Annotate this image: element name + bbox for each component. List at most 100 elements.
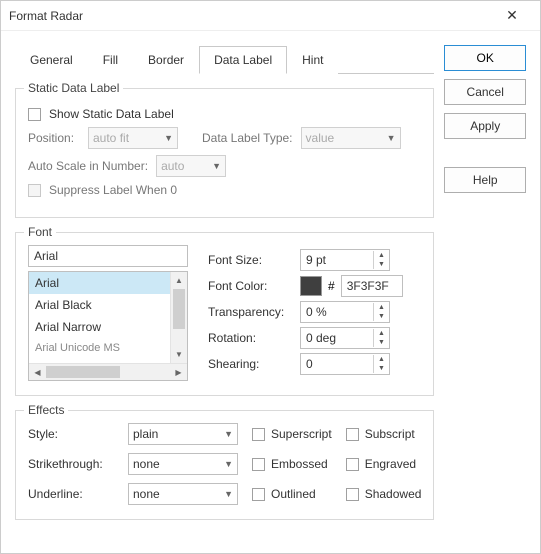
combo-underline-value: none	[133, 487, 160, 501]
ok-button[interactable]: OK	[444, 45, 526, 71]
combo-strike-value: none	[133, 457, 160, 471]
label-outlined: Outlined	[271, 487, 316, 501]
tab-hint[interactable]: Hint	[287, 46, 338, 74]
label-suppress: Suppress Label When 0	[49, 183, 177, 197]
label-style: Style:	[28, 427, 114, 441]
shearing-value: 0	[301, 357, 373, 371]
color-swatch[interactable]	[300, 276, 322, 296]
combo-position-value: auto fit	[93, 131, 129, 145]
combo-type-value: value	[306, 131, 335, 145]
tab-border[interactable]: Border	[133, 46, 199, 74]
label-font-color: Font Color:	[208, 279, 294, 293]
tab-fill[interactable]: Fill	[88, 46, 133, 74]
chevron-down-icon: ▼	[224, 429, 233, 439]
titlebar: Format Radar ✕	[1, 1, 540, 31]
label-shadowed: Shadowed	[365, 487, 422, 501]
label-font-size: Font Size:	[208, 253, 294, 267]
label-rotation: Rotation:	[208, 331, 294, 345]
dialog-format-radar: Format Radar ✕ General Fill Border Data …	[0, 0, 541, 554]
chevron-down-icon: ▼	[164, 133, 173, 143]
color-hex-value: 3F3F3F	[347, 279, 389, 293]
chevron-down-icon: ▼	[387, 133, 396, 143]
label-strikethrough: Strikethrough:	[28, 457, 114, 471]
font-listbox[interactable]: Arial Arial Black Arial Narrow Arial Uni…	[28, 271, 188, 381]
scroll-left-icon[interactable]: ◀	[29, 364, 46, 380]
font-name-value: Arial	[34, 249, 58, 263]
label-shearing: Shearing:	[208, 357, 294, 371]
combo-style-value: plain	[133, 427, 158, 441]
group-legend: Font	[24, 225, 56, 239]
label-engraved: Engraved	[365, 457, 416, 471]
combo-auto-scale[interactable]: auto ▼	[156, 155, 226, 177]
color-hash: #	[328, 279, 335, 293]
combo-auto-scale-value: auto	[161, 159, 184, 173]
label-superscript: Superscript	[271, 427, 332, 441]
scroll-thumb[interactable]	[46, 366, 120, 378]
combo-type[interactable]: value ▼	[301, 127, 401, 149]
group-legend: Static Data Label	[24, 81, 123, 95]
chevron-down-icon: ▼	[224, 489, 233, 499]
color-hex-input[interactable]: 3F3F3F	[341, 275, 403, 297]
spinner-up-icon[interactable]: ▲	[374, 329, 389, 338]
combo-position[interactable]: auto fit ▼	[88, 127, 178, 149]
checkbox-embossed[interactable]	[252, 458, 265, 471]
shearing-spinner[interactable]: 0 ▲▼	[300, 353, 390, 375]
label-auto-scale: Auto Scale in Number:	[28, 159, 148, 173]
spinner-up-icon[interactable]: ▲	[374, 251, 389, 260]
close-icon[interactable]: ✕	[492, 7, 532, 24]
checkbox-engraved[interactable]	[346, 458, 359, 471]
scroll-thumb[interactable]	[173, 289, 185, 329]
label-transparency: Transparency:	[208, 305, 294, 319]
label-show-static: Show Static Data Label	[49, 107, 174, 121]
list-item[interactable]: Arial Black	[29, 294, 170, 316]
label-position: Position:	[28, 131, 80, 145]
label-underline: Underline:	[28, 487, 114, 501]
cancel-button[interactable]: Cancel	[444, 79, 526, 105]
spinner-up-icon[interactable]: ▲	[374, 303, 389, 312]
group-effects: Effects Style: plain ▼ Superscript Subsc…	[15, 410, 434, 520]
checkbox-shadowed[interactable]	[346, 488, 359, 501]
combo-underline[interactable]: none ▼	[128, 483, 238, 505]
label-type: Data Label Type:	[202, 131, 293, 145]
list-item[interactable]: Arial Unicode MS	[29, 338, 170, 358]
rotation-value: 0 deg	[301, 331, 373, 345]
spinner-down-icon[interactable]: ▼	[374, 312, 389, 321]
label-subscript: Subscript	[365, 427, 415, 441]
transparency-spinner[interactable]: 0 % ▲▼	[300, 301, 390, 323]
checkbox-superscript[interactable]	[252, 428, 265, 441]
tab-strip: General Fill Border Data Label Hint	[15, 45, 434, 74]
chevron-down-icon: ▼	[212, 161, 221, 171]
spinner-down-icon[interactable]: ▼	[374, 260, 389, 269]
checkbox-show-static[interactable]	[28, 108, 41, 121]
list-item[interactable]: Arial Narrow	[29, 316, 170, 338]
horizontal-scrollbar[interactable]: ◀ ▶	[29, 363, 187, 380]
scroll-up-icon[interactable]: ▲	[171, 272, 187, 289]
font-size-spinner[interactable]: 9 pt ▲▼	[300, 249, 390, 271]
tab-general[interactable]: General	[15, 46, 88, 74]
scroll-right-icon[interactable]: ▶	[170, 364, 187, 380]
combo-strikethrough[interactable]: none ▼	[128, 453, 238, 475]
spinner-down-icon[interactable]: ▼	[374, 338, 389, 347]
label-embossed: Embossed	[271, 457, 328, 471]
font-name-input[interactable]: Arial	[28, 245, 188, 267]
rotation-spinner[interactable]: 0 deg ▲▼	[300, 327, 390, 349]
tab-data-label[interactable]: Data Label	[199, 46, 287, 74]
group-static-data-label: Static Data Label Show Static Data Label…	[15, 88, 434, 218]
scroll-down-icon[interactable]: ▼	[171, 346, 187, 363]
vertical-scrollbar[interactable]: ▲ ▼	[170, 272, 187, 363]
checkbox-suppress[interactable]	[28, 184, 41, 197]
help-button[interactable]: Help	[444, 167, 526, 193]
spinner-up-icon[interactable]: ▲	[374, 355, 389, 364]
checkbox-outlined[interactable]	[252, 488, 265, 501]
chevron-down-icon: ▼	[224, 459, 233, 469]
window-title: Format Radar	[9, 9, 492, 23]
list-item[interactable]: Arial	[29, 272, 170, 294]
apply-button[interactable]: Apply	[444, 113, 526, 139]
group-font: Font Arial Arial Arial Black Arial Narro…	[15, 232, 434, 396]
transparency-value: 0 %	[301, 305, 373, 319]
spinner-down-icon[interactable]: ▼	[374, 364, 389, 373]
font-size-value: 9 pt	[301, 253, 373, 267]
combo-style[interactable]: plain ▼	[128, 423, 238, 445]
group-legend: Effects	[24, 403, 68, 417]
checkbox-subscript[interactable]	[346, 428, 359, 441]
